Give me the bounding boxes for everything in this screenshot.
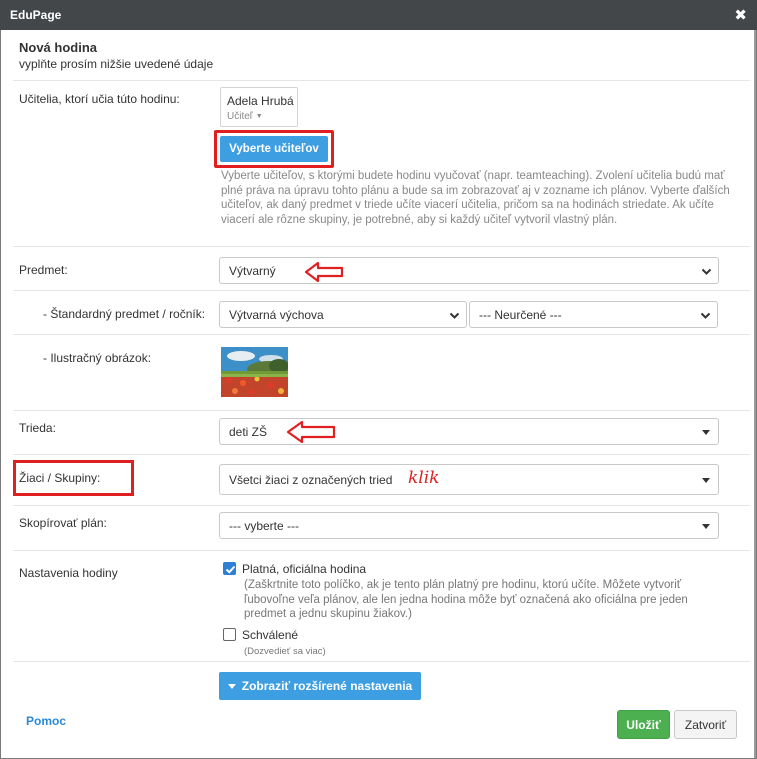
annotation-klik: klik (408, 468, 440, 488)
annotation-arrow-icon (286, 420, 336, 444)
grade-value: --- Neurčené --- (479, 307, 562, 322)
approved-label[interactable]: Schválené (242, 628, 298, 642)
approved-checkbox[interactable] (223, 628, 236, 641)
scrollbar[interactable] (754, 30, 756, 758)
chevron-down-icon (700, 312, 711, 319)
divider (13, 410, 750, 411)
copy-plan-value: --- vyberte --- (229, 518, 299, 533)
page-subtitle: vyplňte prosím nižšie uvedené údaje (19, 57, 214, 71)
caret-down-icon: ▼ (255, 113, 263, 120)
divider (13, 454, 750, 455)
select-teachers-button[interactable]: Vyberte učiteľov (220, 136, 328, 162)
caret-down-icon (227, 683, 236, 689)
subject-select-value: Výtvarný (229, 263, 276, 278)
caret-down-icon (702, 430, 710, 435)
grade-select[interactable]: --- Neurčené --- (469, 301, 718, 328)
divider (13, 246, 750, 247)
teacher-name: Adela Hrubá (227, 94, 294, 108)
students-select-value: Všetci žiaci z označených tried (229, 472, 393, 487)
dialog-title: EduPage (10, 8, 62, 22)
learn-more-link[interactable]: (Dozvedieť sa viac) (244, 645, 326, 660)
subject-select[interactable]: Výtvarný (219, 257, 719, 284)
divider (13, 334, 750, 335)
official-lesson-label[interactable]: Platná, oficiálna hodina (242, 562, 366, 576)
divider (13, 505, 750, 506)
official-lesson-checkbox[interactable] (223, 562, 236, 575)
copy-plan-select[interactable]: --- vyberte --- (219, 512, 719, 539)
caret-down-icon (702, 478, 710, 483)
divider (13, 661, 750, 662)
chevron-down-icon (449, 312, 460, 319)
divider (13, 80, 750, 81)
help-link[interactable]: Pomoc (26, 714, 66, 728)
close-button[interactable]: Zatvoriť (674, 710, 737, 739)
show-advanced-settings-label: Zobraziť rozšírené nastavenia (241, 679, 413, 693)
standard-subject-select[interactable]: Výtvarná výchova (219, 301, 467, 328)
subject-label: Predmet: (19, 263, 68, 277)
checkmark-icon (225, 565, 236, 574)
divider (13, 550, 750, 551)
lesson-settings-label: Nastavenia hodiny (19, 566, 118, 580)
caret-down-icon (702, 524, 710, 529)
close-icon[interactable]: ✖ (734, 8, 747, 23)
save-button[interactable]: Uložiť (617, 710, 670, 739)
official-lesson-help: (Zaškrtnite toto políčko, ak je tento pl… (244, 579, 688, 620)
chevron-down-icon (701, 268, 712, 275)
teacher-card[interactable]: Adela Hrubá Učiteľ ▼ (220, 87, 298, 127)
dialog-frame (0, 30, 757, 759)
teacher-role-label: Učiteľ (227, 111, 253, 122)
teacher-role-dropdown[interactable]: Učiteľ ▼ (227, 111, 297, 122)
page-title: Nová hodina (19, 40, 98, 55)
annotation-arrow-icon (304, 261, 344, 283)
class-label: Trieda: (19, 421, 56, 435)
dialog-titlebar: EduPage ✖ (0, 0, 757, 30)
show-advanced-settings-button[interactable]: Zobraziť rozšírené nastavenia (219, 672, 421, 700)
teachers-label: Učitelia, ktorí učia túto hodinu: (19, 92, 180, 106)
highlight-box-select-teachers: Vyberte učiteľov (214, 130, 334, 168)
teachers-help-text: Vyberte učiteľov, s ktorými budete hodin… (221, 170, 730, 226)
standard-subject-label: - Štandardný predmet / ročník: (43, 307, 206, 321)
standard-subject-value: Výtvarná výchova (229, 307, 324, 322)
illustration-label: - Ilustračný obrázok: (43, 351, 152, 365)
students-label: Žiaci / Skupiny: (19, 471, 101, 485)
copy-plan-label: Skopírovať plán: (19, 516, 107, 530)
divider (13, 290, 750, 291)
illustration-image[interactable] (221, 347, 288, 397)
students-select[interactable]: Všetci žiaci z označených tried (219, 464, 719, 495)
class-select-value: deti ZŠ (229, 424, 268, 439)
